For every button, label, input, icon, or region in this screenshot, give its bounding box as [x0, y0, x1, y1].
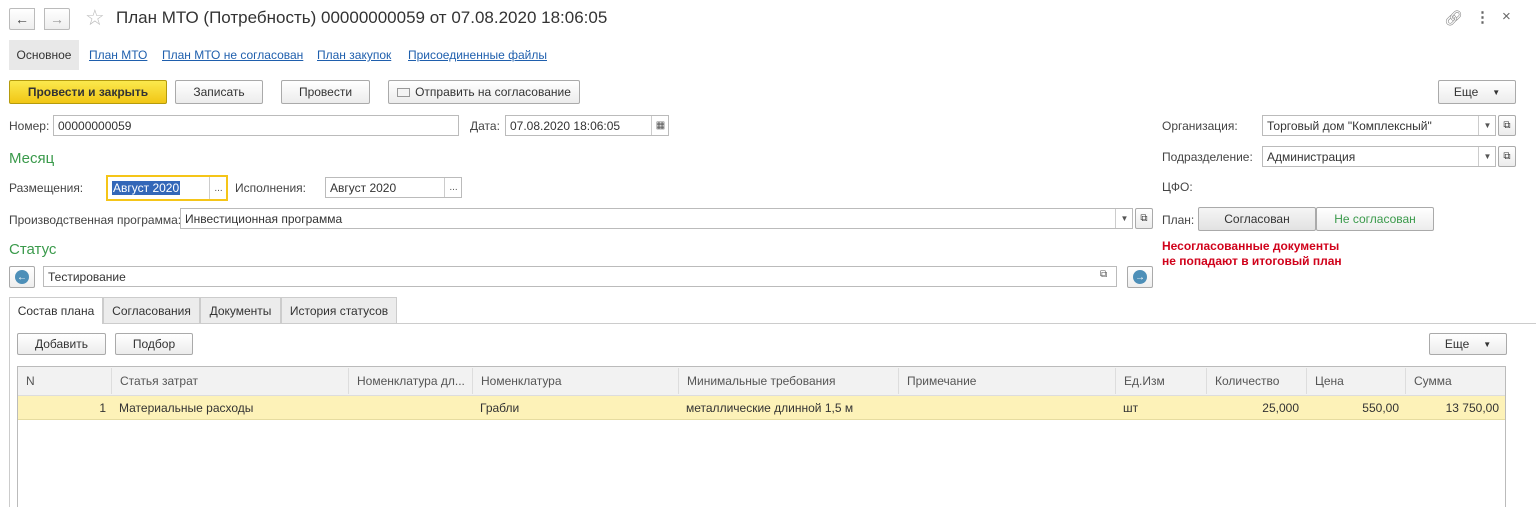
- status-value: Тестирование: [48, 269, 126, 284]
- plan-agreed-button[interactable]: Согласован: [1198, 207, 1316, 231]
- col-header-sum[interactable]: Сумма: [1405, 368, 1505, 394]
- plan-label: План:: [1162, 213, 1195, 227]
- add-row-button[interactable]: Добавить: [17, 333, 106, 355]
- save-button[interactable]: Записать: [175, 80, 263, 104]
- status-forward-button[interactable]: →: [1127, 266, 1153, 288]
- nav-main-tab[interactable]: Основное: [9, 40, 79, 70]
- execution-select-button[interactable]: ...: [444, 178, 461, 197]
- org-value: Торговый дом "Комплексный": [1267, 118, 1432, 133]
- arrow-left-icon: ←: [15, 11, 29, 27]
- col-header-note[interactable]: Примечание: [898, 368, 1115, 394]
- post-and-close-button[interactable]: Провести и закрыть: [9, 80, 167, 104]
- table-more-chevron-icon: ▼: [1483, 339, 1492, 349]
- tab-status-history[interactable]: История статусов: [281, 297, 397, 323]
- more-menu-icon[interactable]: ⋮: [1475, 8, 1490, 26]
- envelope-icon: [397, 87, 411, 97]
- cell-price: 550,00: [1362, 401, 1399, 415]
- execution-value: Август 2020: [330, 180, 397, 195]
- forward-button[interactable]: →: [44, 8, 70, 30]
- status-back-button[interactable]: ←: [9, 266, 35, 288]
- placement-label: Размещения:: [9, 181, 84, 195]
- nav-plan-mto-not-agreed-link[interactable]: План МТО не согласован: [162, 48, 303, 62]
- nav-attached-files-link[interactable]: Присоединенные файлы: [408, 48, 547, 62]
- program-open-button[interactable]: ⧉: [1135, 208, 1153, 229]
- col-header-nomenclature[interactable]: Номенклатура: [472, 368, 678, 394]
- nav-main-label: Основное: [16, 48, 72, 62]
- cell-min-req: металлические длинной 1,5 м: [686, 401, 854, 415]
- date-label: Дата:: [470, 119, 500, 133]
- favorite-star-icon[interactable]: ☆: [85, 5, 105, 31]
- dept-dropdown-icon[interactable]: ▼: [1478, 147, 1495, 166]
- nav-purchase-plan-link[interactable]: План закупок: [317, 48, 391, 62]
- placement-select-button[interactable]: ...: [209, 177, 226, 199]
- cell-nomenclature: Грабли: [480, 401, 520, 415]
- more-label: Еще: [1453, 85, 1479, 99]
- plan-not-agreed-button[interactable]: Не согласован: [1316, 207, 1434, 231]
- tab-approvals[interactable]: Согласования: [103, 297, 200, 323]
- cell-sum: 13 750,00: [1445, 401, 1499, 415]
- back-button[interactable]: ←: [9, 8, 35, 30]
- cell-unit: шт: [1123, 401, 1139, 415]
- status-field[interactable]: Тестирование: [43, 266, 1117, 287]
- execution-label: Исполнения:: [235, 181, 306, 195]
- col-header-qty[interactable]: Количество: [1206, 368, 1306, 394]
- col-header-unit[interactable]: Ед.Изм: [1115, 368, 1206, 394]
- placement-value: Август 2020: [112, 181, 181, 195]
- close-icon[interactable]: ×: [1502, 8, 1511, 25]
- program-field[interactable]: Инвестиционная программа ▼: [180, 208, 1133, 229]
- col-header-cost-item[interactable]: Статья затрат: [111, 368, 348, 394]
- execution-field[interactable]: Август 2020 ...: [325, 177, 462, 198]
- date-field[interactable]: 07.08.2020 18:06:05 ▦: [505, 115, 669, 136]
- more-button[interactable]: Еще ▼: [1438, 80, 1516, 104]
- table-more-button[interactable]: Еще ▼: [1429, 333, 1507, 355]
- cell-cost-item: Материальные расходы: [119, 401, 254, 415]
- program-dropdown-icon[interactable]: ▼: [1115, 209, 1132, 228]
- status-open-icon[interactable]: ⧉: [1100, 269, 1107, 280]
- col-header-n[interactable]: N: [18, 368, 111, 394]
- cell-note: [906, 396, 1114, 420]
- col-header-min-req[interactable]: Минимальные требования: [678, 368, 898, 394]
- post-button[interactable]: Провести: [281, 80, 370, 104]
- chevron-down-icon: ▼: [1492, 87, 1501, 97]
- tab-documents[interactable]: Документы: [200, 297, 281, 323]
- dept-label: Подразделение:: [1162, 150, 1253, 164]
- arrow-right-circle-icon: →: [1133, 270, 1147, 284]
- col-header-nom-for[interactable]: Номенклатура дл...: [348, 368, 472, 394]
- date-value: 07.08.2020 18:06:05: [510, 118, 621, 133]
- org-field[interactable]: Торговый дом "Комплексный" ▼: [1262, 115, 1496, 136]
- window-title: План МТО (Потребность) 00000000059 от 07…: [116, 8, 608, 27]
- org-label: Организация:: [1162, 119, 1238, 133]
- status-section-title: Статус: [9, 241, 57, 258]
- tab-plan-composition[interactable]: Состав плана: [9, 297, 103, 324]
- dept-field[interactable]: Администрация ▼: [1262, 146, 1496, 167]
- dept-open-button[interactable]: ⧉: [1498, 146, 1516, 167]
- table-more-label: Еще: [1444, 337, 1470, 351]
- cell-qty: 25,000: [1262, 401, 1299, 415]
- program-value: Инвестиционная программа: [185, 211, 343, 226]
- number-label: Номер:: [9, 119, 50, 133]
- org-open-button[interactable]: ⧉: [1498, 115, 1516, 136]
- number-field[interactable]: 00000000059: [53, 115, 459, 136]
- dept-value: Администрация: [1267, 149, 1356, 164]
- col-header-price[interactable]: Цена: [1306, 368, 1405, 394]
- calendar-icon[interactable]: ▦: [651, 116, 668, 135]
- cell-nom-for: [356, 396, 471, 420]
- send-for-approval-label: Отправить на согласование: [415, 85, 571, 99]
- send-for-approval-button[interactable]: Отправить на согласование: [388, 80, 580, 104]
- month-section-title: Месяц: [9, 150, 55, 167]
- warning-line-2: не попадают в итоговый план: [1162, 254, 1342, 268]
- arrow-right-icon: →: [50, 11, 64, 27]
- cfo-label: ЦФО:: [1162, 180, 1193, 194]
- cell-n: 1: [99, 401, 106, 415]
- placement-field[interactable]: Август 2020 ...: [106, 175, 228, 201]
- select-items-button[interactable]: Подбор: [115, 333, 193, 355]
- link-icon[interactable]: 🔗︎: [1444, 9, 1463, 27]
- program-label: Производственная программа:: [9, 213, 182, 227]
- arrow-left-circle-icon: ←: [15, 270, 29, 284]
- warning-line-1: Несогласованные документы: [1162, 239, 1340, 253]
- org-dropdown-icon[interactable]: ▼: [1478, 116, 1495, 135]
- nav-plan-mto-link[interactable]: План МТО: [89, 48, 147, 62]
